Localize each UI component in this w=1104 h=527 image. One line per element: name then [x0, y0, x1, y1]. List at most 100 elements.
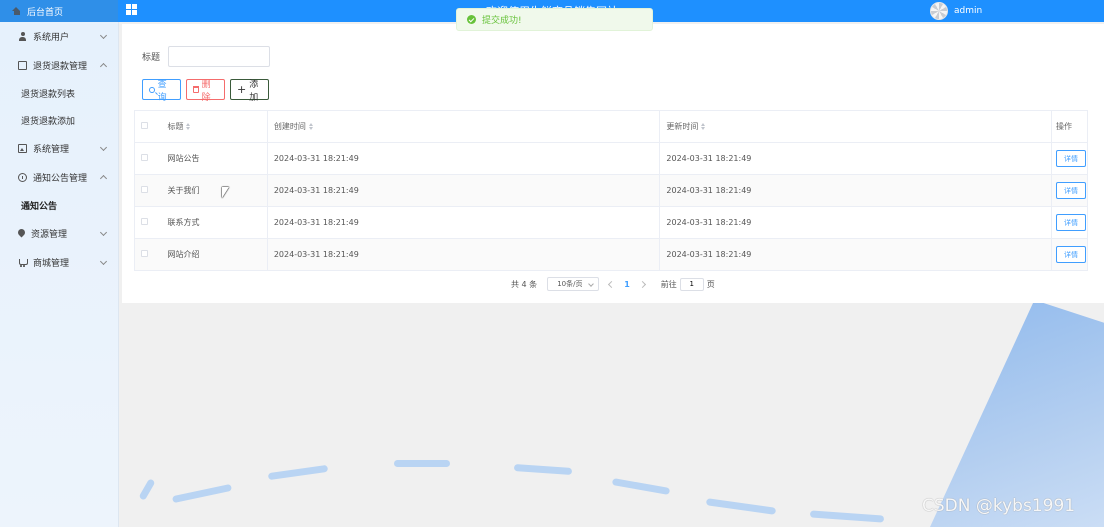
background-dash [809, 510, 885, 523]
search-icon [149, 86, 155, 93]
query-button[interactable]: 查询 [142, 79, 181, 103]
image-icon [18, 144, 27, 153]
chevron-down-icon [99, 228, 108, 237]
sort-icon[interactable] [701, 123, 706, 130]
detail-button[interactable]: 详情 [1055, 182, 1086, 199]
background-dash [513, 463, 573, 476]
sidebar-item-shop-management[interactable]: 商城管理 [0, 248, 118, 277]
search-form: 标题 [142, 46, 271, 67]
cell-title: 网站介绍 [164, 238, 268, 271]
trash-icon [193, 86, 199, 93]
table-row: 联系方式 2024-03-31 18:21:49 2024-03-31 18:2… [134, 206, 1089, 239]
location-icon [18, 229, 25, 238]
toast-message: 提交成功! [482, 16, 522, 26]
sidebar-item-notice-management[interactable]: 通知公告管理 [0, 163, 118, 192]
row-checkbox[interactable] [141, 250, 148, 257]
table-header-row: 标题 创建时间 更新时间 操作 [134, 110, 1089, 143]
table-row: 网站公告 2024-03-31 18:21:49 2024-03-31 18:2… [134, 142, 1089, 175]
cell-created: 2024-03-31 18:21:49 [267, 174, 661, 207]
cart-icon [18, 258, 28, 267]
background-shape [930, 300, 1104, 527]
row-checkbox[interactable] [141, 154, 148, 161]
total-count: 共 4 条 [511, 279, 538, 289]
background-dash [705, 498, 777, 515]
column-header-actions: 操作 [1050, 110, 1089, 143]
cell-title: 关于我们 [164, 174, 268, 207]
cell-updated: 2024-03-31 18:21:49 [659, 142, 1052, 175]
query-button-label: 查询 [157, 79, 167, 103]
background-dash [611, 478, 671, 495]
detail-button[interactable]: 详情 [1055, 246, 1086, 263]
main-panel: 标题 查询 删除 + 添加 标题 创建时间 更新时间 操作 网站公告 2024-… [122, 24, 1104, 303]
background-dash [138, 478, 156, 501]
background-dash [171, 483, 233, 504]
cell-created: 2024-03-31 18:21:49 [267, 206, 661, 239]
notice-table: 标题 创建时间 更新时间 操作 网站公告 2024-03-31 18:21:49… [134, 110, 1089, 271]
goto-page: 前往 页 [660, 277, 715, 291]
sidebar-item-label: 资源管理 [31, 230, 68, 240]
cell-created: 2024-03-31 18:21:49 [267, 142, 661, 175]
sidebar-item-label: 系统管理 [33, 145, 70, 155]
column-header-updated[interactable]: 更新时间 [659, 110, 1052, 143]
cell-updated: 2024-03-31 18:21:49 [659, 206, 1052, 239]
sidebar-item-label: 通知公告管理 [33, 174, 88, 184]
username: admin [954, 6, 983, 16]
add-button[interactable]: + 添加 [230, 79, 269, 103]
pagination: 共 4 条 10条/页 1 前往 页 [511, 277, 715, 291]
cell-title: 网站公告 [164, 142, 268, 175]
avatar[interactable] [930, 2, 948, 20]
edit-icon [18, 61, 27, 70]
goto-prefix: 前往 [660, 279, 677, 289]
delete-button[interactable]: 删除 [186, 79, 225, 103]
sidebar-item-refund-management[interactable]: 退货退款管理 [0, 51, 118, 80]
title-search-input[interactable] [168, 46, 271, 67]
action-toolbar: 查询 删除 + 添加 [142, 79, 269, 103]
chevron-right-icon[interactable] [638, 280, 646, 288]
table-row: 关于我们 2024-03-31 18:21:49 2024-03-31 18:2… [134, 174, 1089, 207]
chevron-up-icon [99, 174, 108, 183]
cell-updated: 2024-03-31 18:21:49 [659, 238, 1052, 271]
chevron-left-icon[interactable] [608, 280, 616, 288]
add-button-label: 添加 [249, 79, 259, 103]
column-header-created[interactable]: 创建时间 [267, 110, 661, 143]
sidebar-item-resource-management[interactable]: 资源管理 [0, 219, 118, 248]
sidebar-item-label: 退货退款管理 [33, 62, 88, 72]
chevron-down-icon [99, 257, 108, 266]
success-toast: 提交成功! [456, 8, 653, 31]
goto-page-input[interactable] [679, 277, 704, 291]
sidebar-subitem-refund-add[interactable]: 退货退款添加 [0, 107, 118, 134]
page-number-current[interactable]: 1 [624, 280, 630, 289]
sidebar-subitem-refund-list[interactable]: 退货退款列表 [0, 80, 118, 107]
chevron-down-icon [99, 143, 108, 152]
detail-button[interactable]: 详情 [1055, 214, 1086, 231]
sort-icon[interactable] [186, 123, 191, 130]
mouse-cursor-icon [222, 187, 229, 198]
sidebar-subitem-notice[interactable]: 通知公告 [0, 192, 118, 219]
user-icon [18, 32, 27, 41]
search-label: 标题 [142, 53, 161, 63]
table-row: 网站介绍 2024-03-31 18:21:49 2024-03-31 18:2… [134, 238, 1089, 271]
delete-button-label: 删除 [201, 79, 211, 103]
cell-created: 2024-03-31 18:21:49 [267, 238, 661, 271]
row-checkbox[interactable] [141, 218, 148, 225]
cell-updated: 2024-03-31 18:21:49 [659, 174, 1052, 207]
goto-suffix: 页 [706, 279, 715, 289]
detail-button[interactable]: 详情 [1055, 150, 1086, 167]
check-circle-icon [467, 15, 476, 24]
background-dash [267, 464, 329, 481]
sidebar-item-label: 系统用户 [33, 33, 70, 43]
sidebar-item-system-users[interactable]: 系统用户 [0, 22, 118, 51]
sidebar: 系统用户 退货退款管理 退货退款列表 退货退款添加 系统管理 通知公告管理 通知… [0, 22, 119, 527]
column-header-title[interactable]: 标题 [164, 110, 268, 143]
watermark: CSDN @kybs1991 [922, 496, 1076, 516]
sidebar-item-system-management[interactable]: 系统管理 [0, 134, 118, 163]
plus-icon: + [237, 83, 247, 96]
row-checkbox[interactable] [141, 186, 148, 193]
chevron-up-icon [99, 62, 108, 71]
sort-icon[interactable] [308, 123, 314, 130]
user-menu[interactable]: admin [930, 0, 982, 22]
chevron-down-icon [99, 31, 108, 40]
cell-title: 联系方式 [164, 206, 268, 239]
select-all-checkbox[interactable] [141, 122, 148, 129]
page-size-select[interactable]: 10条/页 [547, 277, 600, 291]
